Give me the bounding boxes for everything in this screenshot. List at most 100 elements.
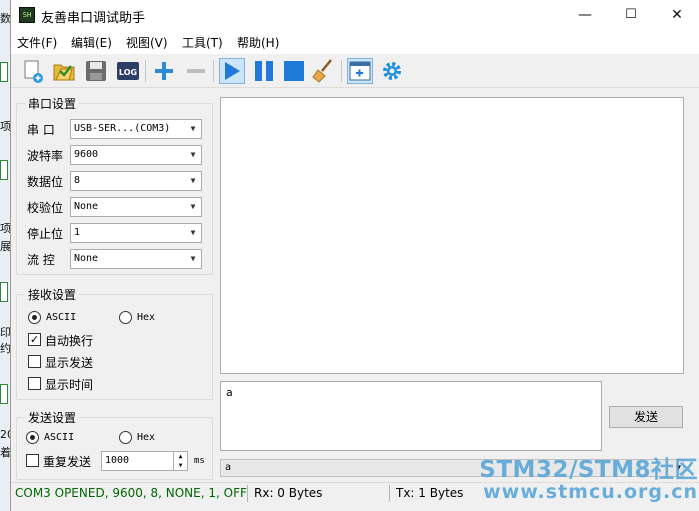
- watermark: STM32/STM8社区 www.stmcu.org.cn: [468, 450, 698, 503]
- toolbar-separator: [341, 60, 342, 82]
- receive-ascii-radio[interactable]: [28, 311, 41, 324]
- data-bits-value: 8: [74, 175, 81, 186]
- menu-bar: 文件(F) 编辑(E) 视图(V) 工具(T) 帮助(H): [11, 30, 699, 54]
- repeat-interval-spinner[interactable]: 1000 ▲ ▼: [101, 451, 188, 471]
- app-icon: SH: [19, 7, 35, 23]
- receive-hex-label: Hex: [137, 312, 156, 323]
- menu-view[interactable]: 视图(V): [126, 34, 168, 51]
- show-time-checkbox[interactable]: [28, 377, 41, 390]
- stop-icon[interactable]: [281, 58, 307, 84]
- receive-settings-title: 接收设置: [25, 286, 80, 303]
- port-select[interactable]: USB-SER...(COM3) ▼: [70, 119, 202, 139]
- send-text-content: a: [226, 386, 233, 399]
- data-bits-label: 数据位: [27, 175, 64, 189]
- minimize-button[interactable]: —: [562, 0, 608, 30]
- open-folder-icon[interactable]: [51, 58, 77, 84]
- menu-help[interactable]: 帮助(H): [237, 34, 279, 51]
- flow-control-label: 流 控: [27, 253, 55, 267]
- repeat-send-label: 重复发送: [43, 455, 92, 469]
- connection-status: COM3 OPENED, 9600, 8, NONE, 1, OFF: [15, 486, 247, 500]
- status-separator: [389, 485, 390, 502]
- play-icon[interactable]: [219, 58, 245, 84]
- send-text-area[interactable]: a: [220, 381, 602, 451]
- parity-select[interactable]: None ▼: [70, 197, 202, 217]
- pause-icon[interactable]: [251, 58, 277, 84]
- desktop-icon[interactable]: [0, 384, 8, 404]
- stop-bits-select[interactable]: 1 ▼: [70, 223, 202, 243]
- interval-unit-label: ms: [194, 456, 205, 466]
- show-time-label: 显示时间: [45, 378, 94, 392]
- parity-value: None: [74, 201, 99, 212]
- settings-gear-icon[interactable]: [379, 58, 405, 84]
- serial-assistant-window: SH 友善串口调试助手 — ☐ ✕ 文件(F) 编辑(E) 视图(V) 工具(T…: [10, 0, 699, 511]
- chevron-down-icon: ▼: [190, 150, 196, 159]
- watermark-line1: STM32/STM8社区: [479, 457, 698, 483]
- port-select-value: USB-SER...(COM3): [74, 123, 171, 134]
- chevron-down-icon: ▼: [190, 124, 196, 133]
- tx-count: Tx: 1 Bytes: [396, 486, 464, 500]
- port-label: 串 口: [27, 123, 55, 137]
- stop-bits-label: 停止位: [27, 227, 64, 241]
- desktop-text-fragment: 印: [0, 326, 10, 339]
- desktop-text-fragment: 着: [0, 446, 10, 459]
- log-icon-label: LOG: [119, 68, 137, 77]
- toolbar-separator: [213, 60, 214, 82]
- baud-rate-label: 波特率: [27, 149, 64, 163]
- baud-rate-select[interactable]: 9600 ▼: [70, 145, 202, 165]
- desktop-text-fragment: 数: [0, 12, 10, 25]
- receive-hex-radio[interactable]: [119, 311, 132, 324]
- desktop-icon[interactable]: [0, 160, 8, 180]
- data-bits-select[interactable]: 8 ▼: [70, 171, 202, 191]
- desktop-background-strip: 数 项 项 展 印 约 20 着: [0, 0, 10, 511]
- menu-file[interactable]: 文件(F): [17, 34, 57, 51]
- receive-display-area[interactable]: [220, 97, 684, 374]
- add-window-icon[interactable]: [347, 58, 373, 84]
- chevron-down-icon: ▼: [190, 176, 196, 185]
- send-history-value: a: [225, 462, 232, 473]
- maximize-button[interactable]: ☐: [608, 0, 654, 30]
- save-icon[interactable]: [83, 58, 109, 84]
- desktop-icon[interactable]: [0, 282, 8, 302]
- flow-control-value: None: [74, 253, 99, 264]
- clear-broom-icon[interactable]: [311, 58, 337, 84]
- desktop-text-fragment: 项: [0, 222, 10, 235]
- flow-control-select[interactable]: None ▼: [70, 249, 202, 269]
- auto-wrap-checkbox[interactable]: ✓: [28, 333, 41, 346]
- new-file-icon[interactable]: [19, 58, 45, 84]
- send-button[interactable]: 发送: [609, 406, 683, 428]
- title-bar[interactable]: SH 友善串口调试助手 — ☐ ✕: [11, 0, 699, 30]
- spinner-arrows-icon[interactable]: ▲ ▼: [173, 452, 187, 470]
- chevron-down-icon: ▼: [190, 202, 196, 211]
- rx-count: Rx: 0 Bytes: [254, 486, 323, 500]
- desktop-text-fragment: 项: [0, 120, 10, 133]
- watermark-line2: www.stmcu.org.cn: [483, 481, 698, 503]
- auto-wrap-label: 自动换行: [45, 334, 94, 348]
- parity-label: 校验位: [27, 201, 64, 215]
- show-send-checkbox[interactable]: [28, 355, 41, 368]
- repeat-interval-value: 1000: [105, 455, 130, 466]
- add-icon[interactable]: [151, 58, 177, 84]
- show-send-label: 显示发送: [45, 356, 94, 370]
- send-ascii-label: ASCII: [44, 432, 75, 443]
- send-settings-title: 发送设置: [25, 409, 80, 426]
- chevron-down-icon: ▼: [190, 254, 196, 263]
- send-hex-label: Hex: [137, 432, 156, 443]
- serial-settings-title: 串口设置: [25, 95, 80, 112]
- toolbar-separator: [145, 60, 146, 82]
- send-ascii-radio[interactable]: [26, 431, 39, 444]
- receive-ascii-label: ASCII: [46, 312, 77, 323]
- repeat-send-checkbox[interactable]: [26, 454, 39, 467]
- stop-bits-value: 1: [74, 227, 81, 238]
- remove-icon[interactable]: [183, 58, 209, 84]
- desktop-text-fragment: 约: [0, 342, 10, 355]
- close-button[interactable]: ✕: [654, 0, 699, 30]
- baud-rate-value: 9600: [74, 149, 99, 160]
- log-icon[interactable]: LOG: [115, 58, 141, 84]
- window-title: 友善串口调试助手: [41, 11, 146, 26]
- menu-edit[interactable]: 编辑(E): [71, 34, 112, 51]
- toolbar: LOG: [11, 54, 699, 88]
- status-separator: [247, 485, 248, 502]
- desktop-icon[interactable]: [0, 62, 8, 82]
- menu-tools[interactable]: 工具(T): [182, 34, 223, 51]
- send-hex-radio[interactable]: [119, 431, 132, 444]
